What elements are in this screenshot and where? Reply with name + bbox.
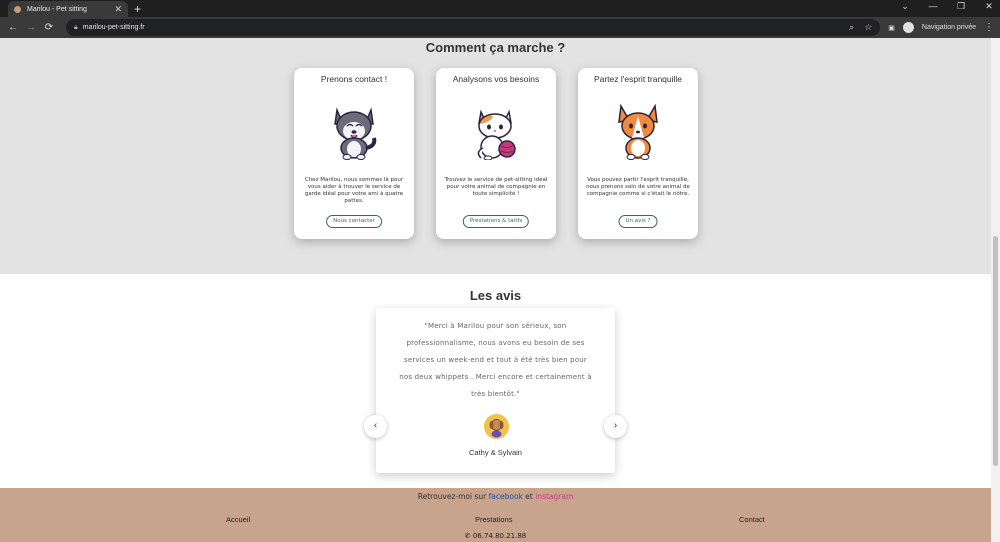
card-title: Partez l'esprit tranquille bbox=[593, 74, 683, 84]
phone-line: ✆ 06.74.80.21.88 bbox=[0, 532, 991, 540]
card-text: Vous pouvez partir l'esprit tranquille, … bbox=[586, 177, 690, 197]
reload-icon[interactable]: ⟳ bbox=[42, 22, 56, 33]
husky-dog-illustration bbox=[334, 107, 377, 160]
review-button[interactable]: Un avis ? bbox=[618, 215, 658, 228]
cat-with-yarn-illustration bbox=[477, 109, 516, 160]
side-panel-icon[interactable]: ▣ bbox=[888, 24, 895, 32]
review-card: "Merci à Marilou pour son sérieux, son p… bbox=[376, 308, 615, 473]
social-prefix: Retrouvez-moi sur bbox=[417, 492, 487, 501]
favicon-icon bbox=[14, 5, 21, 13]
page-viewport: Comment ça marche ? Prenons contact ! Ch… bbox=[0, 38, 1000, 542]
browser-tab[interactable]: Marilou - Pet sitting ✕ bbox=[8, 1, 128, 17]
card-contact: Prenons contact ! Chez Marilou, nous som… bbox=[294, 68, 414, 239]
instagram-link[interactable]: instagram bbox=[535, 492, 573, 501]
card-text: Trouvez le service de pet-sitting idéal … bbox=[444, 177, 548, 197]
url-text[interactable]: marilou-pet-sitting.fr bbox=[83, 24, 839, 31]
close-window-icon[interactable]: ✕ bbox=[984, 1, 994, 12]
carousel-next-button[interactable]: › bbox=[604, 415, 627, 438]
address-bar[interactable]: 🔒︎ marilou-pet-sitting.fr ⌕ ☆ bbox=[66, 19, 881, 36]
carousel-prev-button[interactable]: ‹ bbox=[364, 415, 387, 438]
section-title: Comment ça marche ? bbox=[425, 40, 566, 55]
card-title: Prenons contact ! bbox=[320, 74, 388, 84]
avatar bbox=[484, 414, 509, 439]
zoom-icon[interactable]: ⌕ bbox=[849, 22, 854, 33]
footer-link-contact[interactable]: Contact bbox=[739, 515, 765, 524]
card-text: Chez Marilou, nous sommes là pour vous a… bbox=[304, 177, 404, 204]
services-pricing-button[interactable]: Prestations & tarifs bbox=[462, 215, 530, 228]
reviews-section: Les avis "Merci à Marilou pour son série… bbox=[0, 274, 991, 488]
card-needs: Analysons vos besoins Trouvez le service… bbox=[436, 68, 556, 239]
corgi-dog-illustration bbox=[618, 103, 658, 160]
window-controls: ⌄ — ❐ ✕ bbox=[900, 1, 994, 12]
card-title: Analysons vos besoins bbox=[452, 74, 540, 84]
how-it-works-section: Comment ça marche ? Prenons contact ! Ch… bbox=[0, 38, 991, 274]
footer-link-home[interactable]: Accueil bbox=[226, 515, 250, 524]
browser-tab-bar: Marilou - Pet sitting ✕ + ⌄ — ❐ ✕ bbox=[0, 0, 1000, 17]
browser-toolbar: ← → ⟳ 🔒︎ marilou-pet-sitting.fr ⌕ ☆ ▣ Na… bbox=[0, 17, 1000, 38]
facebook-link[interactable]: facebook bbox=[489, 492, 523, 501]
contact-button[interactable]: Nous contacter bbox=[326, 215, 382, 228]
restore-icon[interactable]: ❐ bbox=[956, 1, 966, 12]
scrollbar-thumb[interactable] bbox=[993, 236, 998, 466]
private-browsing-label[interactable]: Navigation privée bbox=[922, 24, 976, 31]
social-and: et bbox=[525, 492, 533, 501]
lock-icon: 🔒︎ bbox=[74, 23, 78, 31]
back-arrow-icon[interactable]: ← bbox=[6, 22, 20, 33]
footer: Retrouvez-moi sur facebook et instagram … bbox=[0, 488, 991, 542]
review-author: Cathy & Sylvain bbox=[469, 448, 522, 457]
card-peace-of-mind: Partez l'esprit tranquille Vous pouvez p… bbox=[578, 68, 698, 239]
bookmark-star-icon[interactable]: ☆ bbox=[864, 22, 872, 33]
section-title: Les avis bbox=[469, 288, 522, 303]
social-line: Retrouvez-moi sur facebook et instagram bbox=[0, 492, 991, 501]
phone-number[interactable]: 06.74.80.21.88 bbox=[473, 532, 526, 540]
tab-search-icon[interactable]: ⌄ bbox=[900, 1, 910, 12]
review-quote: "Merci à Marilou pour son sérieux, son p… bbox=[399, 322, 592, 398]
footer-link-services[interactable]: Prestations bbox=[475, 515, 513, 524]
page-scrollbar[interactable] bbox=[991, 38, 1000, 542]
minimize-icon[interactable]: — bbox=[928, 1, 938, 12]
forward-arrow-icon[interactable]: → bbox=[24, 22, 38, 33]
tab-title: Marilou - Pet sitting bbox=[27, 5, 87, 13]
incognito-icon[interactable] bbox=[902, 22, 914, 33]
close-tab-icon[interactable]: ✕ bbox=[114, 4, 122, 15]
phone-icon: ✆ bbox=[464, 532, 471, 540]
new-tab-button[interactable]: + bbox=[134, 2, 141, 16]
menu-kebab-icon[interactable]: ⋮ bbox=[984, 22, 994, 33]
